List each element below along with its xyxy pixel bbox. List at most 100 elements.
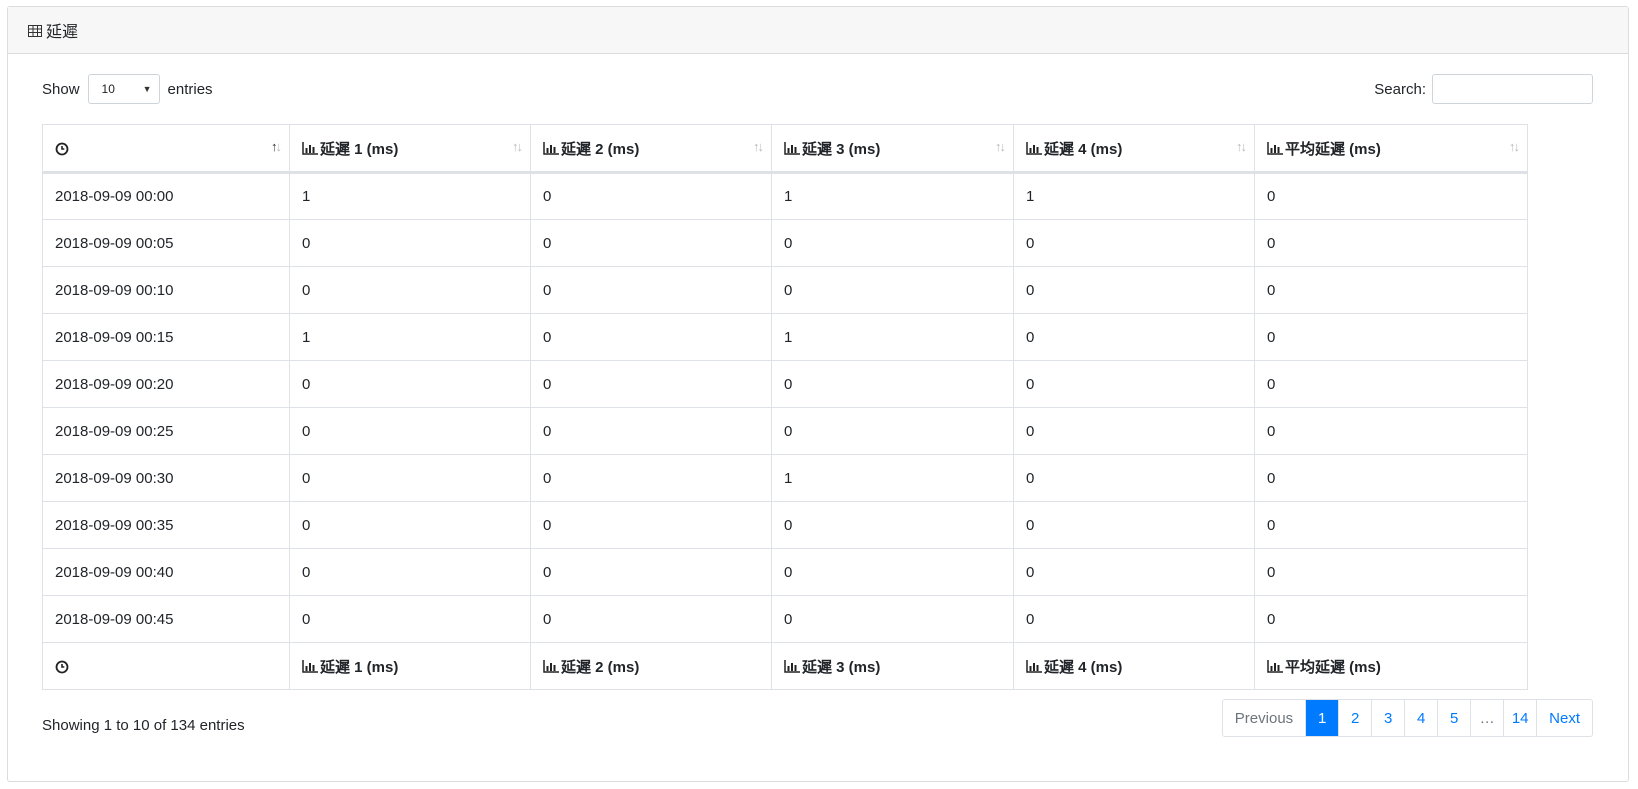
delay-cell: 0: [1254, 548, 1528, 596]
table-row: 2018-09-09 00:05 0 0 0 0 0: [42, 219, 1528, 267]
column-header-delay-4[interactable]: 延遲 4 (ms) ↑↓: [1013, 124, 1255, 174]
footer-header-row: 延遲 1 (ms) 延遲 2 (ms) 延遲 3 (ms) 延遲 4 (ms) …: [42, 642, 1528, 690]
time-cell: 2018-09-09 00:15: [42, 313, 290, 361]
column-label: 延遲 4 (ms): [1044, 140, 1123, 158]
time-cell: 2018-09-09 00:45: [42, 595, 290, 643]
sort-icon: ↑↓: [271, 139, 282, 154]
page-button-1[interactable]: 1: [1305, 700, 1339, 736]
delay-cell: 0: [1013, 407, 1255, 455]
delay-cell: 1: [1013, 172, 1255, 220]
column-label: 延遲 2 (ms): [561, 140, 640, 158]
sort-icon: ↑↓: [995, 139, 1006, 154]
delay-cell: 1: [771, 313, 1014, 361]
sort-icon: ↑↓: [753, 139, 764, 154]
column-label: 延遲 4 (ms): [1044, 658, 1123, 676]
card-title: 延遲: [46, 24, 79, 41]
page-button-3[interactable]: 3: [1371, 700, 1405, 736]
delay-cell: 0: [289, 266, 531, 314]
table-row: 2018-09-09 00:35 0 0 0 0 0: [42, 501, 1528, 549]
delay-cell: 0: [1254, 266, 1528, 314]
bar-chart-icon: [1267, 141, 1283, 155]
time-cell: 2018-09-09 00:05: [42, 219, 290, 267]
delay-cell: 0: [289, 595, 531, 643]
delay-cell: 0: [289, 501, 531, 549]
page-button-2[interactable]: 2: [1338, 700, 1372, 736]
entries-length-value: 10: [101, 82, 115, 96]
card-body: Show 10 ▼ entries Search: ↑↓ 延遲 1 (ms) ↑…: [42, 54, 1593, 750]
column-header-delay-3[interactable]: 延遲 3 (ms) ↑↓: [771, 124, 1014, 174]
page-button-5[interactable]: 5: [1437, 700, 1471, 736]
table-row: 2018-09-09 00:20 0 0 0 0 0: [42, 360, 1528, 408]
page-button-14[interactable]: 14: [1503, 700, 1537, 736]
bar-chart-icon: [784, 141, 800, 155]
delay-cell: 0: [1013, 266, 1255, 314]
delay-cell: 1: [771, 454, 1014, 502]
clock-icon: [55, 660, 69, 674]
delay-cell: 0: [289, 219, 531, 267]
time-cell: 2018-09-09 00:40: [42, 548, 290, 596]
time-cell: 2018-09-09 00:30: [42, 454, 290, 502]
delay-cell: 0: [1013, 360, 1255, 408]
table-row: 2018-09-09 00:15 1 0 1 0 0: [42, 313, 1528, 361]
bar-chart-icon: [543, 659, 559, 673]
delay-cell: 0: [1254, 360, 1528, 408]
page-button-4[interactable]: 4: [1404, 700, 1438, 736]
delay-cell: 0: [771, 266, 1014, 314]
table-body: 2018-09-09 00:00 1 0 1 1 0 2018-09-09 00:05 0 0 0…: [42, 172, 1528, 643]
delay-cell: 0: [530, 501, 772, 549]
delay-cell: 0: [289, 407, 531, 455]
column-label: 延遲 3 (ms): [802, 140, 881, 158]
delay-cell: 0: [1013, 454, 1255, 502]
column-label: 延遲 1 (ms): [320, 658, 399, 676]
sort-icon: ↑↓: [1509, 139, 1520, 154]
delay-cell: 0: [530, 219, 772, 267]
delay-cell: 0: [530, 266, 772, 314]
delay-cell: 0: [1254, 219, 1528, 267]
table-icon: [28, 24, 42, 37]
show-label: Show: [42, 80, 80, 98]
delay-cell: 0: [1013, 595, 1255, 643]
column-header-delay-2[interactable]: 延遲 2 (ms) ↑↓: [530, 124, 772, 174]
time-cell: 2018-09-09 00:20: [42, 360, 290, 408]
search-label: Search:: [1374, 80, 1426, 98]
table-row: 2018-09-09 00:40 0 0 0 0 0: [42, 548, 1528, 596]
delay-cell: 0: [1254, 501, 1528, 549]
delay-cell: 0: [771, 595, 1014, 643]
delay-cell: 0: [1013, 548, 1255, 596]
delay-card: 延遲 Show 10 ▼ entries Search: ↑↓ 延遲 1 (ms…: [7, 6, 1629, 782]
delay-cell: 0: [530, 595, 772, 643]
column-header-average-delay[interactable]: 平均延遲 (ms) ↑↓: [1254, 124, 1528, 174]
delay-cell: 0: [1013, 219, 1255, 267]
entries-label: entries: [167, 80, 213, 98]
column-header-time[interactable]: ↑↓: [42, 124, 290, 174]
column-header-delay-1[interactable]: 延遲 1 (ms) ↑↓: [289, 124, 531, 174]
delay-cell: 0: [530, 407, 772, 455]
delay-cell: 0: [1013, 501, 1255, 549]
time-cell: 2018-09-09 00:25: [42, 407, 290, 455]
footer-column-delay-4: 延遲 4 (ms): [1013, 642, 1255, 690]
footer-column-average-delay: 平均延遲 (ms): [1254, 642, 1528, 690]
chevron-down-icon: ▼: [142, 84, 152, 94]
delay-cell: 1: [289, 172, 531, 220]
delay-cell: 0: [1254, 595, 1528, 643]
delay-cell: 0: [1254, 454, 1528, 502]
delay-cell: 0: [289, 548, 531, 596]
entries-length-select[interactable]: 10 ▼: [87, 74, 160, 104]
search-input[interactable]: [1432, 74, 1593, 104]
pagination: Previous 1 2 3 4 5… 14 Next: [1221, 699, 1593, 737]
bar-chart-icon: [302, 659, 318, 673]
delay-cell: 0: [771, 548, 1014, 596]
delay-cell: 0: [1254, 313, 1528, 361]
next-page-button[interactable]: Next: [1536, 700, 1592, 736]
previous-page-button[interactable]: Previous: [1222, 700, 1306, 736]
footer-column-delay-3: 延遲 3 (ms): [771, 642, 1014, 690]
delay-cell: 0: [771, 360, 1014, 408]
bar-chart-icon: [784, 659, 800, 673]
delay-cell: 0: [530, 360, 772, 408]
bar-chart-icon: [1026, 141, 1042, 155]
delay-cell: 0: [289, 454, 531, 502]
delay-cell: 0: [771, 407, 1014, 455]
delay-cell: 0: [289, 360, 531, 408]
footer-column-delay-2: 延遲 2 (ms): [530, 642, 772, 690]
delay-cell: 0: [771, 219, 1014, 267]
